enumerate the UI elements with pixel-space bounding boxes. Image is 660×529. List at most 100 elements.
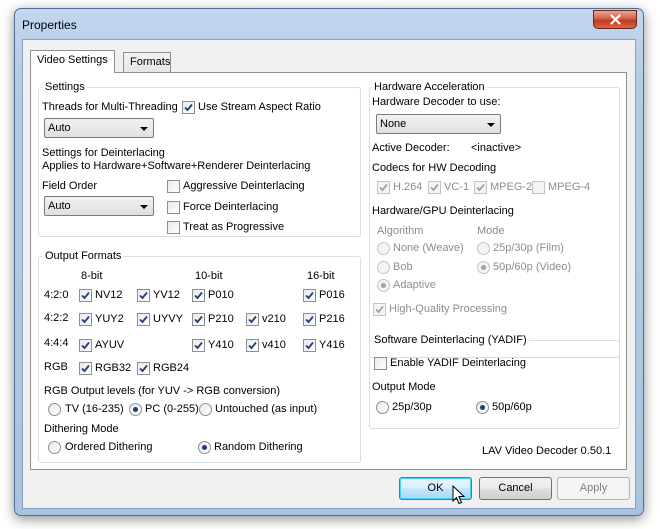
- hw-decoder-select[interactable]: None: [376, 114, 501, 134]
- p210-checkbox[interactable]: [192, 313, 205, 326]
- yv12-checkbox[interactable]: [137, 289, 150, 302]
- col-header-10bit: 10-bit: [195, 270, 223, 282]
- rgb-tv-label: TV (16-235): [65, 403, 124, 415]
- hw-decoder-value: None: [380, 118, 407, 130]
- chevron-down-icon: [140, 127, 148, 131]
- hw-mode-video-radio[interactable]: [477, 261, 490, 274]
- dialog-client-area: Video Settings Formats Settings Threads …: [22, 39, 636, 509]
- stream-aspect-checkbox[interactable]: [182, 101, 195, 114]
- row-label-422: 4:2:2: [44, 312, 69, 324]
- sw-mode-2530-radio[interactable]: [376, 401, 389, 414]
- field-order-select[interactable]: Auto: [44, 196, 154, 216]
- hq-processing-checkbox[interactable]: [373, 303, 386, 316]
- mpeg2-checkbox[interactable]: [474, 181, 487, 194]
- p016-checkbox[interactable]: [303, 289, 316, 302]
- yadif-enable-label: Enable YADIF Deinterlacing: [390, 357, 526, 369]
- v210-checkbox[interactable]: [246, 313, 259, 326]
- p216-label: P216: [319, 313, 345, 325]
- v410-checkbox[interactable]: [246, 339, 259, 352]
- algo-none-radio[interactable]: [377, 242, 390, 255]
- settings-heading: Settings: [43, 81, 87, 93]
- rgb-levels-label: RGB Output levels (for YUV -> RGB conver…: [44, 385, 281, 397]
- force-deint-label: Force Deinterlacing: [183, 201, 279, 213]
- treat-progressive-checkbox[interactable]: [167, 221, 180, 234]
- algo-adaptive-radio[interactable]: [377, 279, 390, 292]
- aggressive-deint-checkbox[interactable]: [167, 180, 180, 193]
- title-bar[interactable]: Properties: [15, 9, 643, 39]
- window-title: Properties: [22, 18, 77, 32]
- sw-mode-5060-radio[interactable]: [476, 401, 489, 414]
- video-settings-panel: Settings Threads for Multi-Threading Aut…: [30, 72, 627, 470]
- hw-accel-group: Hardware Acceleration Hardware Decoder t…: [369, 81, 620, 358]
- apply-button[interactable]: Apply: [557, 477, 630, 500]
- sw-deint-group: Software Deinterlacing (YADIF) Enable YA…: [369, 334, 620, 429]
- hw-deint-label: Hardware/GPU Deinterlacing: [372, 205, 514, 217]
- chevron-down-icon: [140, 205, 148, 209]
- y416-checkbox[interactable]: [303, 339, 316, 352]
- check-icon: [81, 364, 90, 373]
- ayuv-checkbox[interactable]: [79, 339, 92, 352]
- check-icon: [139, 291, 148, 300]
- hw-mode-film-radio[interactable]: [477, 242, 490, 255]
- force-deint-checkbox[interactable]: [167, 201, 180, 214]
- vc1-checkbox[interactable]: [428, 181, 441, 194]
- mpeg2-label: MPEG-2: [490, 181, 533, 193]
- yv12-label: YV12: [153, 289, 180, 301]
- active-decoder-value: <inactive>: [471, 142, 522, 154]
- check-icon: [81, 341, 90, 350]
- check-icon: [81, 315, 90, 324]
- row-label-rgb: RGB: [44, 361, 68, 373]
- rgb-pc-radio[interactable]: [129, 403, 142, 416]
- algo-bob-radio[interactable]: [377, 261, 390, 274]
- hw-decoder-label: Hardware Decoder to use:: [372, 96, 501, 108]
- vc1-label: VC-1: [444, 181, 470, 193]
- h264-label: H.264: [393, 181, 423, 193]
- properties-window: Properties Video Settings Formats Settin…: [14, 8, 644, 516]
- y416-label: Y416: [319, 339, 345, 351]
- close-button[interactable]: [593, 10, 637, 29]
- radio-dot: [202, 445, 207, 450]
- col-header-16bit: 16-bit: [307, 270, 335, 282]
- nv12-label: NV12: [95, 289, 123, 301]
- p216-checkbox[interactable]: [303, 313, 316, 326]
- mpeg4-checkbox[interactable]: [532, 181, 545, 194]
- uyvy-checkbox[interactable]: [137, 313, 150, 326]
- row-label-420: 4:2:0: [44, 289, 69, 301]
- v210-label: v210: [262, 313, 286, 325]
- yadif-enable-checkbox[interactable]: [374, 357, 387, 370]
- p010-checkbox[interactable]: [192, 289, 205, 302]
- tab-video-settings[interactable]: Video Settings: [30, 50, 115, 73]
- h264-checkbox[interactable]: [377, 181, 390, 194]
- active-decoder-label: Active Decoder:: [372, 142, 450, 154]
- check-icon: [139, 315, 148, 324]
- output-formats-group: Output Formats 8-bit 10-bit 16-bit 4:2:0…: [38, 250, 361, 463]
- rgb-tv-radio[interactable]: [48, 403, 61, 416]
- check-icon: [184, 103, 193, 112]
- dither-label: Dithering Mode: [44, 423, 119, 435]
- nv12-checkbox[interactable]: [79, 289, 92, 302]
- rgb24-label: RGB24: [153, 362, 190, 374]
- version-label: LAV Video Decoder 0.50.1: [482, 445, 612, 457]
- rgb32-checkbox[interactable]: [79, 362, 92, 375]
- check-icon: [305, 315, 314, 324]
- hw-accel-heading: Hardware Acceleration: [372, 81, 487, 93]
- threads-select[interactable]: Auto: [44, 118, 154, 138]
- rgb-untouched-radio[interactable]: [199, 403, 212, 416]
- hq-processing-label: High-Quality Processing: [389, 303, 507, 315]
- p210-label: P210: [208, 313, 234, 325]
- y410-checkbox[interactable]: [192, 339, 205, 352]
- tab-formats[interactable]: Formats: [123, 52, 171, 72]
- sw-mode-2530-label: 25p/30p: [392, 401, 432, 413]
- yuy2-checkbox[interactable]: [79, 313, 92, 326]
- ordered-dither-radio[interactable]: [48, 441, 61, 454]
- check-icon: [194, 341, 203, 350]
- field-order-value: Auto: [48, 200, 71, 212]
- rgb24-checkbox[interactable]: [137, 362, 150, 375]
- deint-heading: Settings for Deinterlacing: [42, 147, 165, 159]
- row-label-444: 4:4:4: [44, 337, 69, 349]
- close-icon: [609, 14, 621, 25]
- uyvy-label: UYVY: [153, 313, 183, 325]
- random-dither-radio[interactable]: [198, 441, 211, 454]
- ordered-dither-label: Ordered Dithering: [65, 441, 153, 453]
- cancel-button[interactable]: Cancel: [479, 477, 552, 500]
